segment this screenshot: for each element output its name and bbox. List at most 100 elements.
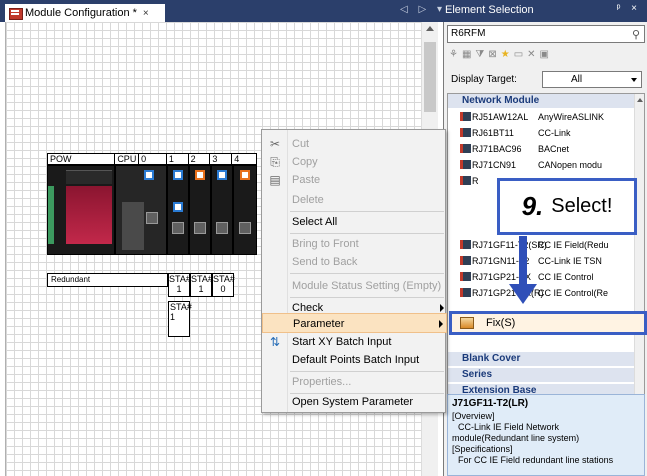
menu-item-delete[interactable]: Delete <box>262 190 447 210</box>
slot-header-2: 2 <box>189 154 211 164</box>
slot2-terminal <box>194 222 206 234</box>
info-line: CC-Link IE Field Network <box>458 422 560 432</box>
menu-item-paste[interactable]: ▤ Paste <box>262 170 447 190</box>
category-series[interactable]: Series <box>448 368 636 382</box>
category-blank-cover[interactable]: Blank Cover <box>448 352 636 366</box>
menu-label: Send to Back <box>292 256 358 268</box>
tab-module-configuration[interactable]: Module Configuration * × <box>5 4 165 22</box>
menu-label: Properties... <box>292 376 352 388</box>
module-config-icon <box>9 7 23 20</box>
submenu-arrow-icon <box>439 320 443 328</box>
row-type: CC IE Control(Re <box>538 288 609 298</box>
menu-item-default-points-batch-input[interactable]: Default Points Batch Input <box>262 350 447 370</box>
folder-icon[interactable]: ▭ <box>514 49 523 60</box>
chevron-down-icon <box>631 78 637 82</box>
row-type: CC-Link IE TSN <box>538 256 602 266</box>
binoculars-search-icon[interactable]: ⚲ <box>632 27 640 43</box>
slot-header-cpu: CPU <box>115 154 140 164</box>
cpu-module-face <box>122 202 144 250</box>
display-target-select[interactable]: All <box>542 71 642 88</box>
row-type: CC IE Field(Redu <box>538 240 609 250</box>
favorite-star-icon[interactable]: ★ <box>501 49 510 60</box>
grid-icon[interactable]: ▦ <box>462 49 471 60</box>
row-type: CANopen modu <box>538 160 603 170</box>
menu-item-cut[interactable]: ✂ Cut <box>262 134 447 154</box>
list-item[interactable]: RJ71GN11-T2 CC-Link IE TSN <box>448 254 636 268</box>
row-type: AnyWireASLINK <box>538 112 605 122</box>
slot1-led-2 <box>173 202 183 212</box>
list-item[interactable]: RJ61BT11 CC-Link <box>448 126 636 140</box>
menu-item-open-system-parameter[interactable]: Open System Parameter <box>262 392 447 412</box>
module-slot-1[interactable] <box>167 165 189 255</box>
list-item[interactable]: RJ71GP21-SX CC IE Control <box>448 270 636 284</box>
cpu-status-led <box>144 170 154 180</box>
tab-close-button[interactable]: × <box>143 8 149 19</box>
redundant-label: Redundant <box>47 273 168 287</box>
menu-label: Delete <box>292 194 324 206</box>
document-nav-controls[interactable]: ◁ ▷ ▾ <box>400 4 446 15</box>
menu-item-start-xy-batch-input[interactable]: ⇅ Start XY Batch Input <box>262 332 447 352</box>
tab-label: Module Configuration * <box>25 7 137 19</box>
menu-item-parameter[interactable]: Parameter <box>262 313 447 333</box>
panel-window-controls[interactable]: ᵖ × <box>617 3 641 14</box>
scroll-thumb[interactable] <box>424 42 436 112</box>
base-rack[interactable]: POW CPU 0 1 2 3 4 STA# 1 STA# 1 STA# 0 <box>47 153 257 297</box>
display-target-row: Display Target: All <box>447 70 645 90</box>
row-name: RJ61BT11 <box>458 126 514 140</box>
xy-batch-icon: ⇅ <box>269 335 281 349</box>
list-scroll-up-icon[interactable] <box>637 98 643 102</box>
list-item[interactable]: RJ71GF11-T2(SR) CC IE Field(Redu <box>448 238 636 252</box>
row-name: RJ71GF11-T2(SR) <box>458 238 547 252</box>
menu-item-module-status-setting[interactable]: Module Status Setting (Empty) <box>262 276 447 296</box>
menu-item-bring-to-front[interactable]: Bring to Front <box>262 234 447 254</box>
menu-label: Open System Parameter <box>292 396 414 408</box>
context-menu: ✂ Cut ⎘ Copy ▤ Paste Delete Select All Brin… <box>261 129 447 413</box>
info-line: [Specifications] <box>452 444 513 454</box>
collapse-icon[interactable]: ⊠ <box>488 49 496 60</box>
row-name: R <box>458 174 479 188</box>
info-line: For CC IE Field redundant line stations <box>458 455 614 465</box>
list-item[interactable]: RJ71BAC96 BACnet <box>448 142 636 156</box>
cpu-module[interactable] <box>115 165 167 255</box>
fix-parameter-icon <box>460 317 474 329</box>
slot1-terminal <box>172 222 184 234</box>
delete-icon[interactable]: ✕ <box>527 49 535 60</box>
step-number: 9. <box>521 191 544 221</box>
scroll-up-icon[interactable] <box>426 26 434 31</box>
module-slot-3[interactable] <box>211 165 233 255</box>
menu-item-select-all[interactable]: Select All <box>262 212 447 232</box>
list-scrollbar[interactable] <box>634 94 644 412</box>
power-supply-module[interactable] <box>47 165 115 255</box>
element-list[interactable]: Network Module RJ51AW12AL AnyWireASLINK R… <box>447 93 645 413</box>
menu-label: Copy <box>292 156 318 168</box>
view-icon[interactable]: ▣ <box>540 49 549 60</box>
menu-item-send-to-back[interactable]: Send to Back <box>262 252 447 272</box>
slot-header-pow: POW <box>48 154 116 164</box>
menu-item-copy[interactable]: ⎘ Copy <box>262 152 447 172</box>
row-type: BACnet <box>538 144 570 154</box>
row-name: RJ51AW12AL <box>458 110 528 124</box>
element-selection-panel: R6RFM ⚲ ⚘ ▦ ⧩ ⊠ ★ ▭ ✕ ▣ Display Target: … <box>443 22 647 476</box>
row-type: CC-Link <box>538 128 571 138</box>
module-slot-4[interactable] <box>233 165 257 255</box>
station-label-2: STA# 1 <box>190 273 213 297</box>
menu-item-properties[interactable]: Properties... <box>262 372 447 392</box>
sort-icon[interactable]: ⚘ <box>449 49 458 60</box>
panel-toolbar: ⚘ ▦ ⧩ ⊠ ★ ▭ ✕ ▣ <box>447 45 645 63</box>
info-line: module(Redundant line system) <box>452 433 580 443</box>
station-label-extra: STA# 1 <box>168 301 192 337</box>
element-selection-title: Element Selection <box>445 4 534 16</box>
list-item[interactable]: RJ71GP21-SX(R) CC IE Control(Re <box>448 286 636 300</box>
list-item[interactable]: RJ51AW12AL AnyWireASLINK <box>448 110 636 124</box>
menu-separator <box>290 273 444 274</box>
element-info-box: J71GF11-T2(LR) [Overview] CC-Link IE Fie… <box>447 394 645 476</box>
slot-header-4: 4 <box>234 154 240 164</box>
list-item[interactable]: RJ71CN91 CANopen modu <box>448 158 636 172</box>
module-slot-2[interactable] <box>189 165 211 255</box>
submenu-fix[interactable]: Fix(S) <box>449 311 647 335</box>
menu-label: Cut <box>292 138 310 150</box>
scissors-icon: ✂ <box>269 137 281 151</box>
element-search-input[interactable]: R6RFM ⚲ <box>447 25 645 43</box>
filter-icon[interactable]: ⧩ <box>475 49 484 60</box>
category-network-module[interactable]: Network Module <box>448 94 636 108</box>
